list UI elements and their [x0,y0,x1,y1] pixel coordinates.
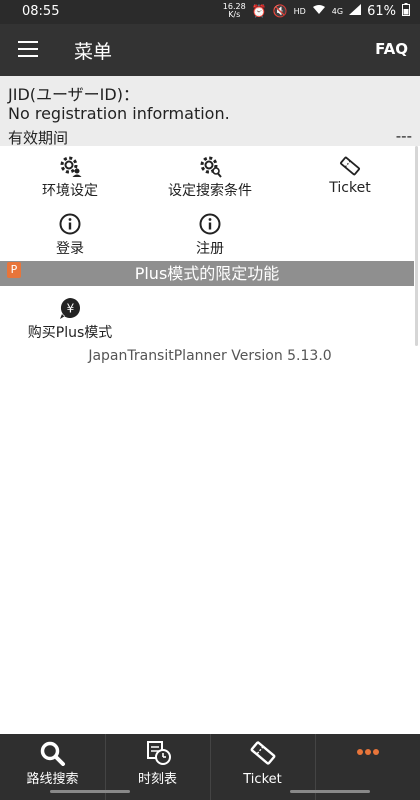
menu-ticket[interactable]: Ticket [290,148,410,200]
menu-login[interactable]: 登录 [10,206,130,258]
info-icon [59,213,81,235]
more-icon [356,749,379,755]
expiry-value: --- [395,127,412,145]
gesture-bar [50,790,130,793]
buy-plus-button[interactable]: ¥ 购买Plus模式 [10,290,130,342]
menu-icon[interactable] [18,41,38,57]
network-speed: 16.28 K/s [223,3,246,19]
gear-search-icon [200,156,222,178]
wifi-icon [312,4,326,18]
jid-label: JID(ユーザーID)： [8,85,139,104]
battery-icon [402,3,410,19]
battery-percent: 61% [367,3,396,19]
version-text: JapanTransitPlanner Version 5.13.0 [88,348,332,364]
alarm-icon: ⏰ [251,4,267,18]
menu-label: 注册 [196,241,224,257]
status-time: 08:55 [22,4,60,19]
ticket-icon [250,741,275,765]
menu-label: 环境设定 [42,183,98,199]
menu-label: Ticket [329,180,371,196]
search-icon [40,741,65,766]
info-icon [199,213,221,235]
timetable-icon [146,741,171,765]
nav-label: Ticket [243,772,282,787]
yen-icon: ¥ [60,298,80,319]
svg-text:¥: ¥ [67,302,75,316]
plus-badge-icon: P [7,262,21,278]
nav-label: 路线搜索 [26,772,79,787]
plus-section-header: Plus模式的限定功能 [0,261,414,286]
menu-environment-settings[interactable]: 环境设定 [10,148,130,200]
mute-icon: 🔇 [272,4,288,18]
ticket-icon [340,156,360,176]
menu-register[interactable]: 注册 [150,206,270,258]
scrollbar[interactable] [415,146,418,346]
network-speed-unit: K/s [228,10,241,19]
app-bar: 菜单 FAQ [0,24,420,76]
network-type: 4G [331,6,344,16]
page-title: 菜单 [74,41,113,63]
buy-plus-label: 购买Plus模式 [27,325,113,341]
faq-button[interactable]: FAQ [375,40,408,58]
status-icons: 16.28 K/s ⏰ 🔇 HD 4G 61% [223,3,410,19]
gesture-bar [290,790,370,793]
gear-person-icon [60,156,82,177]
status-bar: 08:55 16.28 K/s ⏰ 🔇 HD 4G 61% [0,0,420,24]
signal-icon [349,4,362,18]
registration-status: No registration information. [8,104,230,123]
menu-label: 设定搜索条件 [168,183,252,199]
account-info: JID(ユーザーID)： No registration information… [0,76,420,147]
menu-label: 登录 [56,241,84,257]
expiry-label: 有效期间 [8,129,69,147]
menu-search-conditions[interactable]: 设定搜索条件 [150,148,270,200]
nav-label: 时刻表 [137,772,177,787]
hd-label: HD [293,6,306,16]
